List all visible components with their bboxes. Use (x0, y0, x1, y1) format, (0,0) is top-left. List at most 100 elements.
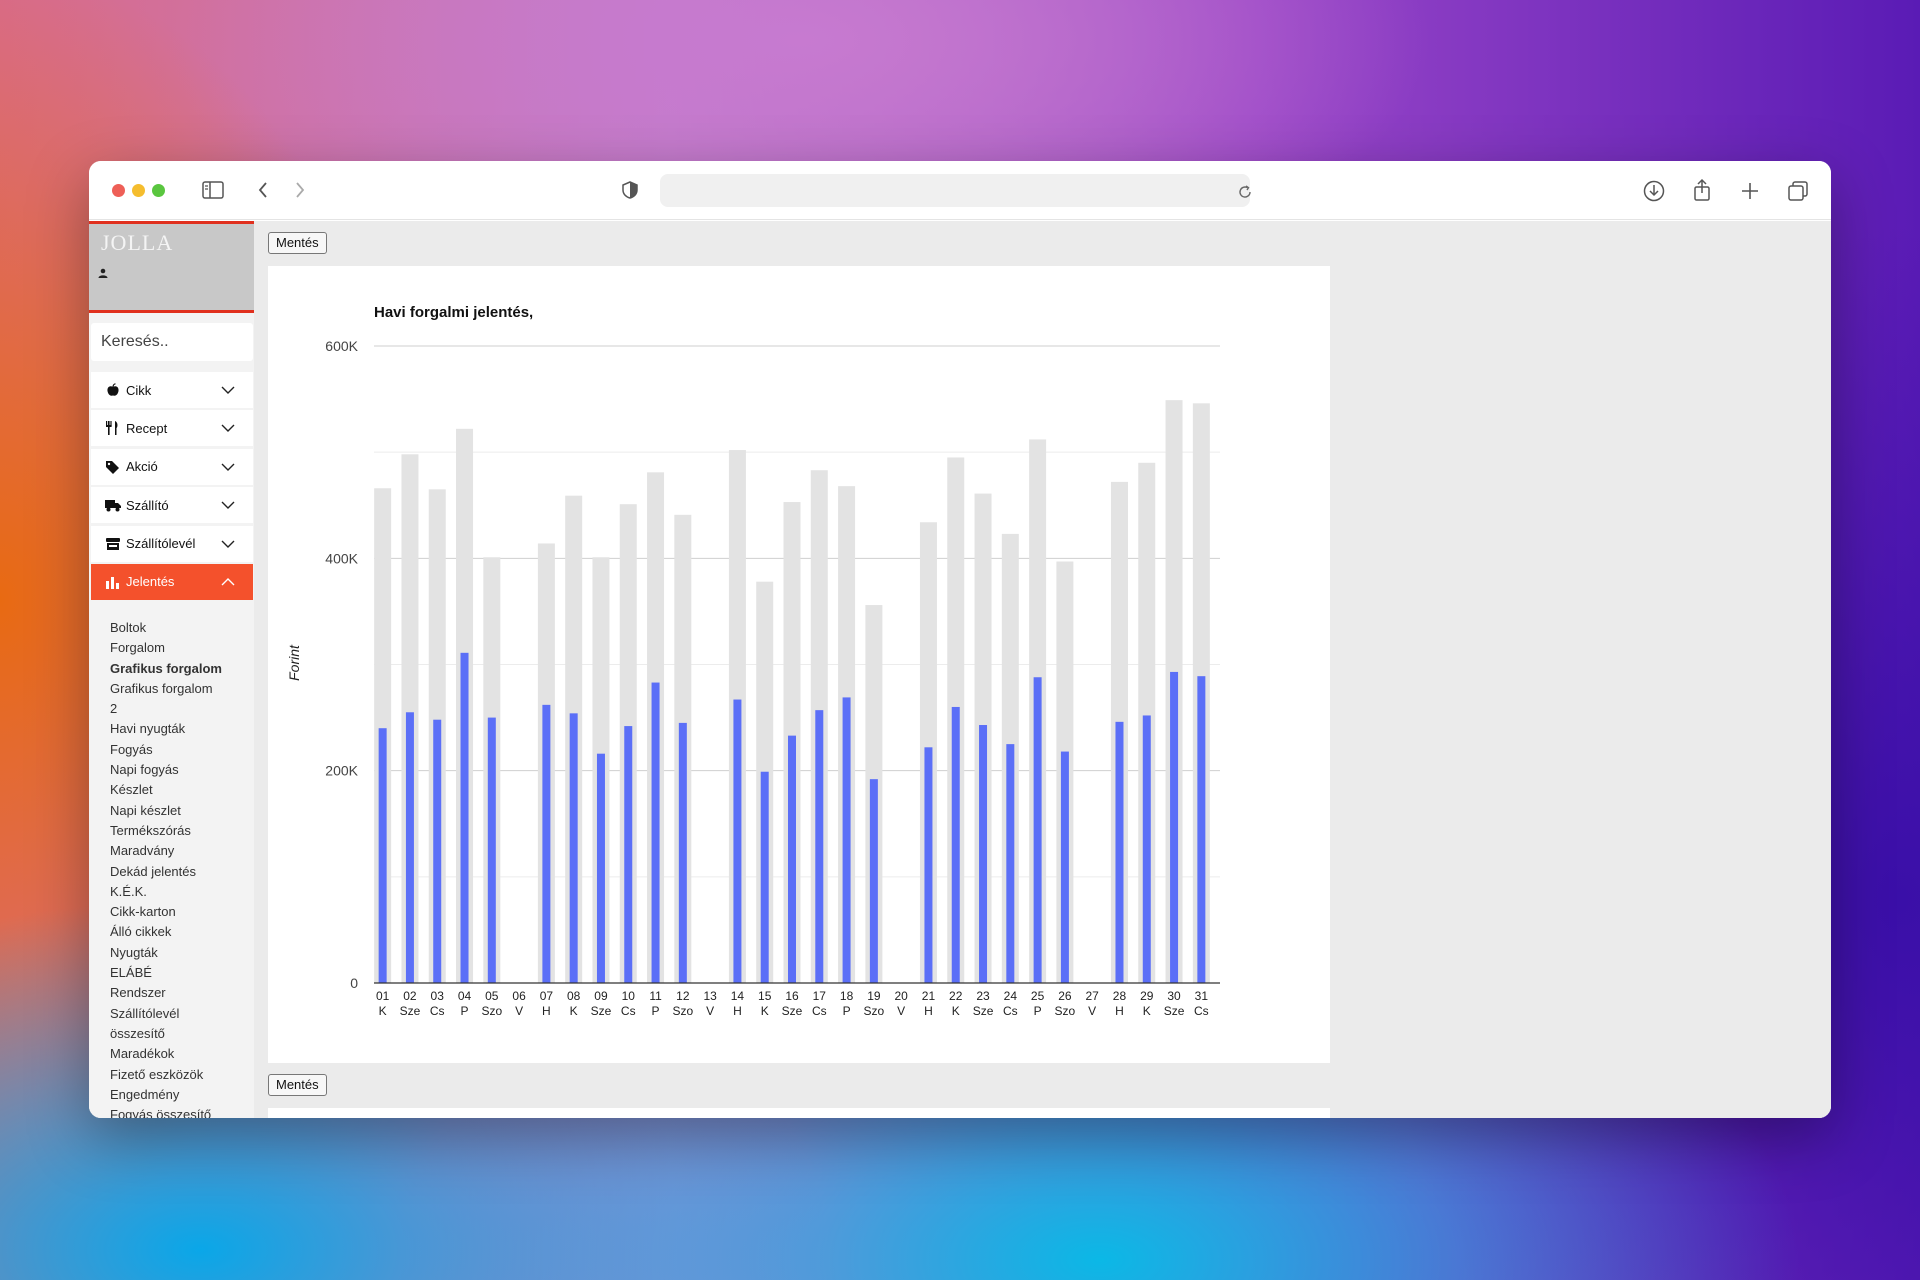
chart-panel: Havi forgalmi jelentés, 0 200K 400K 600K For… (268, 266, 1330, 1063)
x-tick-weekday: Sze (973, 1004, 994, 1018)
new-tab-icon[interactable] (1741, 182, 1759, 200)
second-panel (268, 1108, 1330, 1118)
menu-item-label: Jelentés (126, 574, 175, 590)
tabs-overview-icon[interactable] (1787, 180, 1809, 202)
x-tick-day: 20 (894, 989, 908, 1003)
x-tick-day: 19 (867, 989, 881, 1003)
submenu-item[interactable]: Termékszórás (110, 821, 250, 841)
x-tick-day: 10 (622, 989, 636, 1003)
address-bar[interactable] (660, 174, 1250, 207)
minimize-window-button[interactable] (132, 184, 145, 197)
submenu-item[interactable]: Cikk-karton (110, 902, 250, 922)
empty-area (1330, 221, 1831, 1118)
submenu-item[interactable]: Maradvány (110, 841, 250, 861)
user-icon (98, 268, 108, 278)
bar-value (1170, 671, 1179, 983)
submenu-item[interactable]: Nyugták (110, 943, 250, 963)
menu-item-szallitolevel[interactable]: Szállítólevél (91, 525, 253, 562)
submenu-item[interactable]: Készlet (110, 780, 250, 800)
submenu-item[interactable]: Álló cikkek (110, 922, 250, 942)
forward-icon[interactable] (294, 181, 306, 199)
sidebar-toggle-icon[interactable] (202, 181, 224, 199)
sidebar: JOLLA Keresés.. Cikk Recept Akció Szállí… (89, 221, 254, 1118)
x-tick-day: 27 (1086, 989, 1100, 1003)
bar-value (788, 735, 796, 983)
x-tick-weekday: H (542, 1004, 551, 1018)
store-icon (106, 537, 120, 550)
x-tick-day: 08 (567, 989, 581, 1003)
submenu-item[interactable]: összesítő (110, 1024, 250, 1044)
bar-value (1033, 677, 1042, 983)
menu-item-jelentes[interactable]: Jelentés (91, 563, 253, 600)
reload-icon[interactable] (1238, 185, 1252, 199)
zoom-window-button[interactable] (152, 184, 165, 197)
x-tick-weekday: V (1088, 1004, 1096, 1018)
menu-item-label: Recept (126, 420, 168, 436)
submenu-item[interactable]: K.É.K. (110, 882, 250, 902)
x-tick-weekday: P (652, 1004, 660, 1018)
x-tick-day: 16 (785, 989, 799, 1003)
x-tick-weekday: Cs (621, 1004, 636, 1018)
bar-value (760, 771, 769, 983)
x-tick-day: 26 (1058, 989, 1072, 1003)
y-tick-label: 400K (325, 550, 358, 566)
bar-value (542, 704, 551, 983)
submenu-item[interactable]: Fogyás (110, 740, 250, 760)
submenu-item[interactable]: Grafikus forgalom (110, 659, 250, 679)
save-button-top[interactable]: Mentés (268, 232, 327, 254)
x-tick-day: 15 (758, 989, 772, 1003)
bar-value (1006, 744, 1015, 983)
submenu-item[interactable]: Fogyás összesítő (110, 1105, 250, 1118)
bar-value (842, 697, 851, 983)
menu-item-label: Szállító (126, 497, 169, 513)
submenu-item[interactable]: Rendszer (110, 983, 250, 1003)
submenu-item[interactable]: Grafikus forgalom (110, 679, 250, 699)
submenu-item[interactable]: Maradékok (110, 1044, 250, 1064)
submenu-item[interactable]: Engedmény (110, 1085, 250, 1105)
x-tick-weekday: K (379, 1004, 387, 1018)
submenu-item[interactable]: Szállítólevél (110, 1004, 250, 1024)
menu-item-cikk[interactable]: Cikk (91, 372, 253, 408)
submenu-item[interactable]: 2 (110, 699, 250, 719)
submenu-item[interactable]: ELÁBÉ (110, 963, 250, 983)
x-tick-day: 03 (431, 989, 445, 1003)
x-tick-day: 04 (458, 989, 472, 1003)
menu-item-recept[interactable]: Recept (91, 410, 253, 447)
x-tick-weekday: Cs (1003, 1004, 1018, 1018)
submenu-item[interactable]: Fizető eszközök (110, 1065, 250, 1085)
menu-item-szallito[interactable]: Szállító (91, 487, 253, 524)
submenu-item[interactable]: Boltok (110, 618, 250, 638)
menu-item-label: Cikk (126, 382, 152, 398)
bar-value (569, 713, 578, 983)
share-icon[interactable] (1692, 178, 1712, 202)
x-tick-weekday: P (1034, 1004, 1042, 1018)
x-tick-weekday: Cs (430, 1004, 445, 1018)
bar-value (1142, 715, 1151, 983)
search-input[interactable]: Keresés.. (91, 323, 253, 361)
close-window-button[interactable] (112, 184, 125, 197)
x-tick-weekday: K (570, 1004, 578, 1018)
browser-window: JOLLA Keresés.. Cikk Recept Akció Szállí… (89, 161, 1831, 1118)
y-tick-label: 0 (350, 975, 358, 991)
x-tick-weekday: Sze (591, 1004, 612, 1018)
x-tick-weekday: Szo (481, 1004, 502, 1018)
x-tick-day: 23 (976, 989, 990, 1003)
submenu-item[interactable]: Forgalom (110, 638, 250, 658)
chevron-down-icon (221, 424, 235, 433)
submenu-item[interactable]: Napi készlet (110, 801, 250, 821)
submenu-item[interactable]: Napi fogyás (110, 760, 250, 780)
x-tick-weekday: K (1143, 1004, 1151, 1018)
bar-value (924, 747, 933, 983)
tags-icon (106, 460, 119, 474)
submenu-item[interactable]: Dekád jelentés (110, 862, 250, 882)
bar-value (433, 719, 442, 983)
bar-value (378, 728, 387, 983)
menu-item-akcio[interactable]: Akció (91, 448, 253, 485)
back-icon[interactable] (257, 181, 269, 199)
x-tick-day: 22 (949, 989, 963, 1003)
logo: JOLLA (101, 230, 174, 255)
save-button-bottom[interactable]: Mentés (268, 1074, 327, 1096)
download-icon[interactable] (1643, 180, 1665, 202)
submenu-item[interactable]: Havi nyugták (110, 719, 250, 739)
bar-value (815, 710, 824, 983)
